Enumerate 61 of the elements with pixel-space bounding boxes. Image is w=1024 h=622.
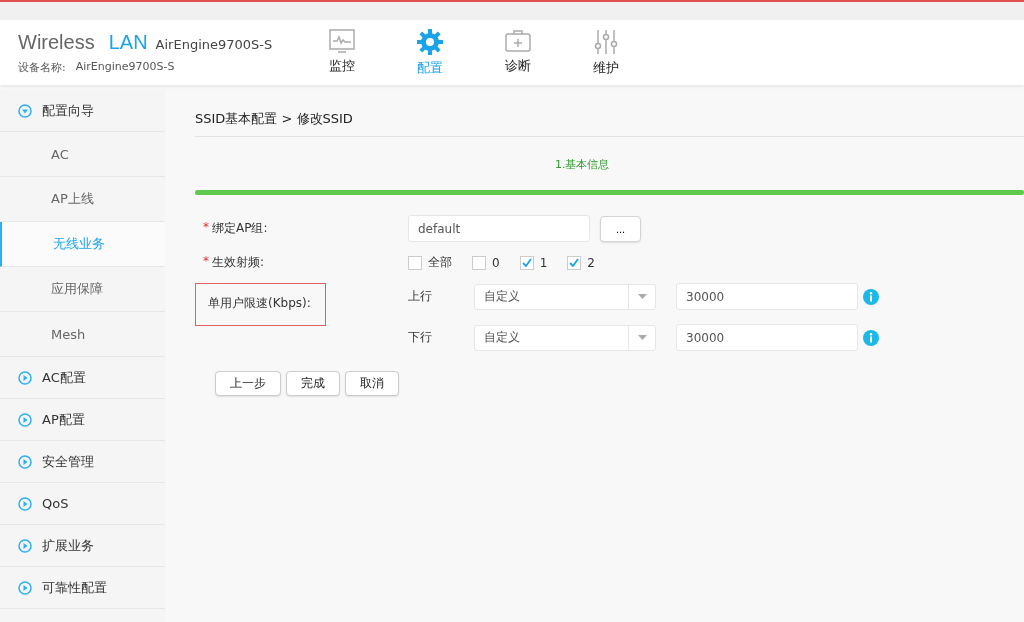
sidebar-subitem[interactable]: 应用保障 bbox=[0, 267, 165, 312]
expanded-circle-icon bbox=[18, 103, 32, 118]
checkbox-label: 0 bbox=[492, 255, 500, 270]
nav-tab[interactable]: 维护 bbox=[582, 28, 630, 77]
checkbox[interactable] bbox=[567, 255, 582, 270]
info-icon[interactable] bbox=[863, 288, 879, 305]
nav-tab[interactable]: 诊断 bbox=[494, 28, 542, 77]
checkmark-icon bbox=[521, 258, 532, 267]
collapsed-circle-icon bbox=[18, 496, 32, 511]
form-button[interactable]: 上一步 bbox=[215, 371, 281, 396]
required-mark: * bbox=[203, 254, 209, 270]
sidebar-item[interactable]: 安全管理 bbox=[0, 441, 165, 483]
checkbox-label: 全部 bbox=[428, 254, 452, 271]
direction-label: 下行 bbox=[408, 329, 433, 346]
field-label: 生效射频: bbox=[212, 254, 265, 271]
checkbox-label: 2 bbox=[587, 255, 595, 270]
info-icon[interactable] bbox=[863, 329, 879, 346]
rate-limit-label: 单用户限速(Kbps): bbox=[195, 283, 326, 326]
sidebar-subitem[interactable]: AC bbox=[0, 132, 165, 177]
collapsed-circle-icon bbox=[18, 454, 32, 469]
required-mark: * bbox=[203, 220, 209, 236]
browse-button[interactable]: ... bbox=[600, 215, 641, 242]
field-label: 绑定AP组: bbox=[212, 220, 268, 237]
rate-input[interactable]: 30000 bbox=[676, 283, 858, 310]
sidebar-item[interactable]: 配置向导 bbox=[0, 90, 165, 132]
checkmark-icon bbox=[569, 258, 580, 267]
sidebar-subitem[interactable]: Mesh bbox=[0, 312, 165, 357]
dropdown-caret-icon bbox=[637, 335, 647, 340]
checkbox[interactable] bbox=[519, 255, 534, 270]
rate-input[interactable]: 30000 bbox=[676, 324, 858, 351]
device-name: AirEngine9700S-S bbox=[75, 59, 175, 75]
mode-select[interactable]: 自定义 bbox=[474, 283, 656, 310]
form-button[interactable]: 完成 bbox=[286, 371, 340, 396]
sidebar-item[interactable]: 扩展业务 bbox=[0, 525, 165, 567]
mode-select[interactable]: 自定义 bbox=[474, 324, 656, 351]
sidebar-item[interactable]: AP配置 bbox=[0, 399, 165, 441]
medical-kit-icon bbox=[505, 28, 531, 53]
collapsed-circle-icon bbox=[18, 580, 32, 595]
checkbox-label: 1 bbox=[539, 255, 548, 270]
sidebar-item[interactable]: AC配置 bbox=[0, 357, 165, 399]
step-label: 1.基本信息 bbox=[554, 157, 611, 172]
checkbox[interactable] bbox=[472, 255, 486, 270]
form-button[interactable]: 取消 bbox=[345, 371, 399, 396]
brand-accent: LAN bbox=[108, 30, 148, 54]
sidebar-item[interactable]: 可靠性配置 bbox=[0, 567, 165, 609]
sidebar-item[interactable]: QoS bbox=[0, 483, 165, 525]
checkbox[interactable] bbox=[408, 255, 422, 270]
sliders-icon bbox=[593, 28, 619, 55]
collapsed-circle-icon bbox=[18, 370, 32, 385]
dropdown-caret-icon bbox=[637, 294, 647, 299]
collapsed-circle-icon bbox=[18, 412, 32, 427]
monitor-chart-icon bbox=[329, 28, 355, 53]
ap-group-input[interactable]: default bbox=[408, 215, 590, 242]
model-name: AirEngine9700S-S bbox=[155, 36, 273, 52]
brand-word: Wireless bbox=[18, 30, 95, 54]
collapsed-circle-icon bbox=[18, 538, 32, 553]
device-label: 设备名称: bbox=[18, 59, 66, 75]
direction-label: 上行 bbox=[408, 288, 433, 305]
settings-icon bbox=[417, 28, 443, 55]
nav-tab[interactable]: 监控 bbox=[318, 28, 366, 77]
breadcrumb: SSID基本配置 > 修改SSID bbox=[195, 110, 1024, 137]
